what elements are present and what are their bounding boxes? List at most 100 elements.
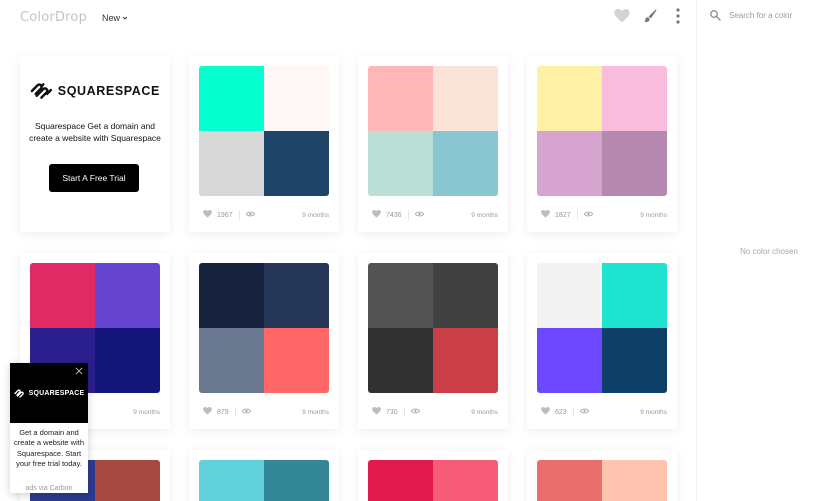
palette-swatches <box>537 66 667 196</box>
color-swatch[interactable] <box>433 66 498 131</box>
divider <box>407 210 409 220</box>
color-swatch[interactable] <box>368 328 433 393</box>
like-button[interactable]: 730 <box>372 407 398 417</box>
palette-meta: 730 9 months <box>372 406 498 418</box>
start-free-trial-button[interactable]: Start A Free Trial <box>49 164 139 192</box>
color-swatch[interactable] <box>537 263 602 328</box>
divider <box>238 210 240 220</box>
color-swatch[interactable] <box>264 328 329 393</box>
carbon-ad-banner[interactable]: SQUARESPACE <box>10 363 88 423</box>
palette-swatches <box>368 460 498 501</box>
brush-icon[interactable] <box>642 7 658 25</box>
palette-swatches <box>368 263 498 393</box>
sponsor-card: SQUARESPACE Squarespace Get a domain and… <box>20 56 170 232</box>
palette-card[interactable]: 730 9 months <box>358 253 508 429</box>
color-swatch[interactable] <box>602 66 667 131</box>
color-swatch[interactable] <box>433 131 498 196</box>
like-button[interactable]: 1827 <box>541 210 571 220</box>
color-swatch[interactable] <box>95 328 160 393</box>
search-input[interactable] <box>729 10 825 20</box>
palette-meta: 1827 9 months <box>541 209 667 221</box>
eye-icon[interactable] <box>410 408 420 416</box>
color-swatch[interactable] <box>368 131 433 196</box>
brand-logo[interactable]: ColorDrop <box>20 10 87 25</box>
color-swatch[interactable] <box>368 460 433 501</box>
palette-card[interactable]: 623 9 months <box>527 253 677 429</box>
palette-card[interactable] <box>189 450 339 501</box>
palette-card[interactable]: 879 9 months <box>189 253 339 429</box>
heart-icon <box>541 407 550 417</box>
color-swatch[interactable] <box>95 460 160 501</box>
palette-meta: 623 9 months <box>541 406 667 418</box>
like-count: 730 <box>386 408 398 416</box>
color-swatch[interactable] <box>537 131 602 196</box>
chevron-down-icon <box>122 16 128 20</box>
palette-card[interactable] <box>527 450 677 501</box>
like-button[interactable]: 1967 <box>203 210 233 220</box>
eye-icon[interactable] <box>414 211 424 219</box>
palette-swatches <box>199 263 329 393</box>
color-swatch[interactable] <box>602 263 667 328</box>
sponsor-logo[interactable]: SQUARESPACE <box>30 82 160 100</box>
more-vertical-icon[interactable] <box>670 7 686 25</box>
color-swatch[interactable] <box>264 131 329 196</box>
color-swatch[interactable] <box>264 66 329 131</box>
color-swatch[interactable] <box>199 263 264 328</box>
color-swatch[interactable] <box>95 263 160 328</box>
color-swatch[interactable] <box>537 460 602 501</box>
heart-icon <box>541 210 550 220</box>
color-swatch[interactable] <box>602 131 667 196</box>
palette-age: 9 months <box>471 211 498 219</box>
palette-card[interactable] <box>358 450 508 501</box>
palette-swatches <box>368 66 498 196</box>
color-swatch[interactable] <box>264 460 329 501</box>
palette-meta: 1967 9 months <box>203 209 329 221</box>
color-swatch[interactable] <box>264 263 329 328</box>
heart-icon <box>203 407 212 417</box>
like-button[interactable]: 7436 <box>372 210 402 220</box>
eye-icon[interactable] <box>245 211 255 219</box>
eye-icon[interactable] <box>583 211 593 219</box>
palette-meta: 7436 9 months <box>372 209 498 221</box>
close-icon[interactable] <box>75 367 83 375</box>
carbon-ad-via[interactable]: ads via Carbon <box>10 485 88 492</box>
color-swatch[interactable] <box>199 328 264 393</box>
search-bar <box>709 9 825 21</box>
palette-swatches <box>537 263 667 393</box>
sort-dropdown-label: New <box>102 13 121 23</box>
like-button[interactable]: 623 <box>541 407 567 417</box>
color-swatch[interactable] <box>199 131 264 196</box>
color-swatch[interactable] <box>433 460 498 501</box>
palette-age: 9 months <box>471 408 498 416</box>
palette-card[interactable]: 1827 9 months <box>527 56 677 232</box>
color-swatch[interactable] <box>537 328 602 393</box>
color-swatch[interactable] <box>368 66 433 131</box>
palette-card[interactable]: 7436 9 months <box>358 56 508 232</box>
carbon-ad-text[interactable]: Get a domain and create a website with S… <box>10 423 88 469</box>
color-swatch[interactable] <box>602 460 667 501</box>
heart-icon <box>372 210 381 220</box>
squarespace-logo-icon <box>30 83 53 99</box>
color-swatch[interactable] <box>537 66 602 131</box>
color-swatch[interactable] <box>368 263 433 328</box>
like-count: 7436 <box>386 211 402 219</box>
palette-swatches <box>199 460 329 501</box>
heart-icon <box>203 210 212 220</box>
carbon-ad[interactable]: SQUARESPACE Get a domain and create a we… <box>10 363 88 493</box>
color-swatch[interactable] <box>433 263 498 328</box>
heart-icon[interactable] <box>614 7 630 25</box>
eye-icon[interactable] <box>241 408 251 416</box>
color-swatch[interactable] <box>30 263 95 328</box>
color-swatch[interactable] <box>602 328 667 393</box>
palette-swatches <box>199 66 329 196</box>
divider <box>572 407 574 417</box>
color-swatch[interactable] <box>433 328 498 393</box>
eye-icon[interactable] <box>579 408 589 416</box>
sort-dropdown[interactable]: New <box>102 13 128 23</box>
palette-age: 9 months <box>640 408 667 416</box>
color-swatch[interactable] <box>199 460 264 501</box>
like-button[interactable]: 879 <box>203 407 229 417</box>
palette-card[interactable]: 1967 9 months <box>189 56 339 232</box>
color-swatch[interactable] <box>199 66 264 131</box>
app: ColorDrop New SQUARESPACE Squarespace Ge… <box>0 0 840 501</box>
